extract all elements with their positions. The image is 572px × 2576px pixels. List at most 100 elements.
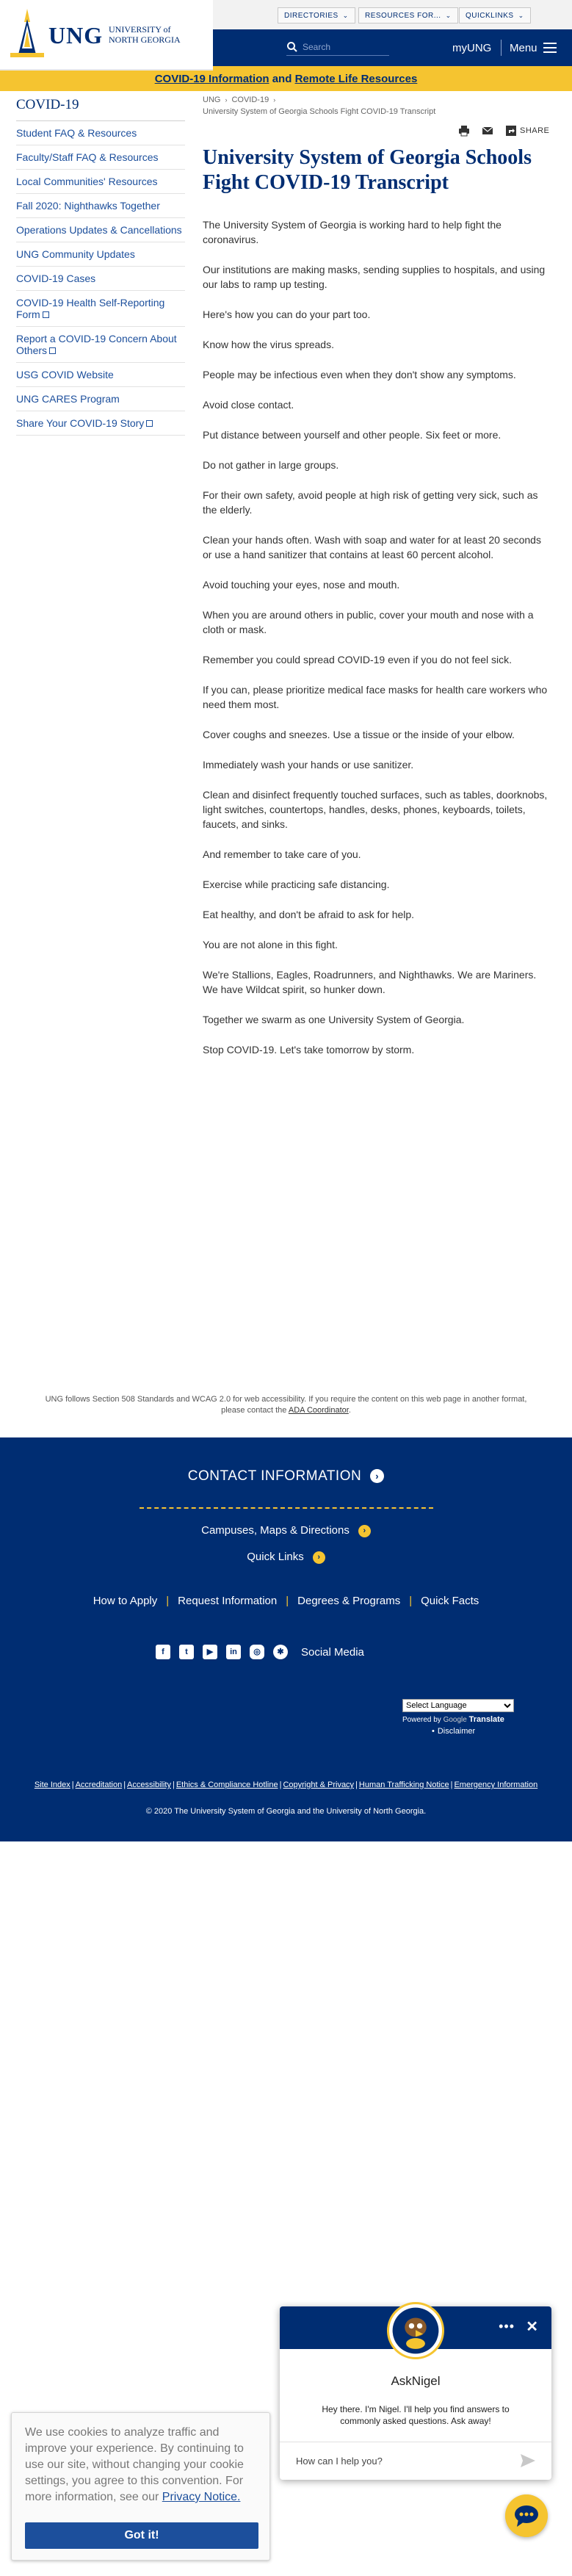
breadcrumb-current: University System of Georgia Schools Fig…: [203, 107, 436, 116]
article-paragraph: Immediately wash your hands or use sanit…: [203, 759, 414, 771]
search-icon[interactable]: [286, 41, 298, 53]
degrees-programs-link[interactable]: Degrees & Programs: [297, 1595, 400, 1607]
share-icon[interactable]: [505, 125, 517, 137]
print-icon[interactable]: [458, 125, 470, 137]
menu-button[interactable]: Menu: [510, 42, 537, 54]
resources-dropdown[interactable]: RESOURCES FOR... ⌄: [358, 7, 458, 24]
arrow-right-icon: ›: [312, 1551, 325, 1564]
campuses-maps-link[interactable]: Campuses, Maps & Directions ›: [0, 1524, 572, 1537]
human-trafficking-link[interactable]: Human Trafficking Notice: [359, 1781, 449, 1789]
article-paragraph: Stop COVID-19. Let's take tomorrow by st…: [203, 1044, 415, 1056]
cookie-text: We use cookies to analyze traffic and im…: [25, 2426, 244, 2503]
article-paragraph: Avoid touching your eyes, nose and mouth…: [203, 579, 400, 591]
covid-sidebar-nav: COVID-19 Student FAQ & Resources Faculty…: [16, 95, 185, 436]
twitter-icon[interactable]: t: [179, 1645, 194, 1659]
page-title: University System of Georgia Schools Fig…: [203, 146, 532, 194]
article-paragraph: And remember to take care of you.: [203, 848, 361, 860]
arrow-right-icon: ›: [370, 1469, 385, 1484]
search-input[interactable]: [303, 40, 389, 54]
social-media-label[interactable]: Social Media: [301, 1646, 364, 1659]
linkedin-icon[interactable]: in: [226, 1645, 241, 1659]
site-index-link[interactable]: Site Index: [35, 1781, 70, 1789]
article-paragraph: Do not gather in large groups.: [203, 459, 339, 471]
chat-launcher-icon[interactable]: [505, 2494, 548, 2537]
chevron-down-icon: ⌄: [445, 12, 452, 19]
chat-input-row: [280, 2442, 551, 2480]
cookie-accept-button[interactable]: Got it!: [25, 2522, 258, 2549]
chat-menu-icon[interactable]: •••: [499, 2319, 515, 2334]
article-paragraph: Clean and disinfect frequently touched s…: [203, 789, 548, 830]
sidebar-item-report-concern[interactable]: Report a COVID-19 Concern About Others: [16, 327, 185, 363]
sidebar-item-local-communities[interactable]: Local Communities' Resources: [16, 170, 185, 194]
utility-bar: DIRECTORIES ⌄ RESOURCES FOR... ⌄ QUICKLINK…: [213, 0, 572, 29]
article-paragraph: Avoid close contact.: [203, 399, 294, 411]
emergency-information-link[interactable]: Emergency Information: [454, 1781, 537, 1789]
breadcrumb-home[interactable]: UNG: [203, 95, 220, 104]
footer-nav-links: How to Apply | Request Information | Degrees…: [93, 1595, 479, 1607]
send-icon[interactable]: [521, 2454, 535, 2467]
article-paragraph: Together we swarm as one University Syst…: [203, 1014, 465, 1025]
facebook-icon[interactable]: f: [156, 1645, 170, 1659]
arrow-right-icon: ›: [358, 1524, 371, 1537]
nav-divider: [501, 40, 502, 56]
sidebar-item-fall-2020[interactable]: Fall 2020: Nighthawks Together: [16, 194, 185, 218]
myung-link[interactable]: myUNG: [452, 42, 491, 54]
request-information-link[interactable]: Request Information: [178, 1595, 277, 1607]
sidebar-item-faculty-staff-faq[interactable]: Faculty/Staff FAQ & Resources: [16, 145, 185, 170]
article-paragraph: For their own safety, avoid people at hi…: [203, 489, 538, 516]
hamburger-menu-icon[interactable]: [543, 43, 557, 53]
more-social-icon[interactable]: ✱: [273, 1645, 288, 1659]
quick-links-link[interactable]: Quick Links ›: [0, 1551, 572, 1564]
sidebar-title[interactable]: COVID-19: [16, 95, 185, 121]
sidebar-item-cares-program[interactable]: UNG CARES Program: [16, 387, 185, 411]
quicklinks-dropdown[interactable]: QUICKLINKS ⌄: [459, 7, 531, 24]
email-icon[interactable]: [482, 125, 493, 137]
powered-by-google-translate: Powered by Google Translate: [402, 1715, 504, 1724]
article-paragraph: Our institutions are making masks, sendi…: [203, 264, 546, 290]
sidebar-item-self-reporting-form[interactable]: COVID-19 Health Self-Reporting Form: [16, 291, 185, 327]
chat-greeting-message: Hey there. I'm Nigel. I'll help you find…: [322, 2404, 510, 2426]
sidebar-item-share-story[interactable]: Share Your COVID-19 Story: [16, 411, 185, 436]
copyright-privacy-link[interactable]: Copyright & Privacy: [283, 1781, 354, 1789]
site-header: UNG UNIVERSITY of NORTH GEORGIA DIRECTORI…: [0, 0, 572, 71]
article-paragraph: Cover coughs and sneezes. Use a tissue o…: [203, 729, 515, 740]
remote-life-resources-link[interactable]: Remote Life Resources: [295, 73, 418, 85]
chat-input[interactable]: [296, 2453, 502, 2469]
language-select[interactable]: Select Language: [402, 1699, 514, 1712]
article-paragraph: You are not alone in this fight.: [203, 939, 338, 950]
external-link-icon: [146, 420, 153, 427]
accessibility-link[interactable]: Accessibility: [127, 1781, 171, 1789]
directories-dropdown[interactable]: DIRECTORIES ⌄: [278, 7, 355, 24]
quick-facts-link[interactable]: Quick Facts: [421, 1595, 479, 1607]
sidebar-item-usg-covid-website[interactable]: USG COVID Website: [16, 363, 185, 387]
cookie-notice: We use cookies to analyze traffic and im…: [11, 2412, 270, 2561]
disclaimer-link[interactable]: Disclaimer: [432, 1727, 475, 1736]
youtube-icon[interactable]: ▶: [203, 1645, 217, 1659]
ada-coordinator-link[interactable]: ADA Coordinator: [289, 1406, 349, 1415]
nigel-avatar: [387, 2302, 444, 2359]
accreditation-link[interactable]: Accreditation: [76, 1781, 123, 1789]
sidebar-item-covid-cases[interactable]: COVID-19 Cases: [16, 267, 185, 291]
sidebar-item-community-updates[interactable]: UNG Community Updates: [16, 242, 185, 267]
contact-information-link[interactable]: CONTACT INFORMATION ›: [0, 1468, 572, 1484]
ung-logo[interactable]: UNG UNIVERSITY of NORTH GEORGIA: [0, 0, 213, 71]
breadcrumb-covid[interactable]: COVID-19: [231, 95, 269, 104]
external-link-icon: [49, 347, 57, 354]
article-paragraph: If you can, please prioritize medical fa…: [203, 684, 548, 710]
article-paragraph: Remember you could spread COVID-19 even …: [203, 654, 512, 665]
chat-close-icon[interactable]: ✕: [526, 2317, 538, 2336]
how-to-apply-link[interactable]: How to Apply: [93, 1595, 158, 1607]
breadcrumb-separator-icon: ›: [225, 96, 228, 104]
instagram-icon[interactable]: ◎: [250, 1645, 264, 1659]
article-paragraph: The University System of Georgia is work…: [203, 219, 502, 245]
external-link-icon: [42, 311, 49, 318]
ethics-hotline-link[interactable]: Ethics & Compliance Hotline: [176, 1781, 278, 1789]
sidebar-item-student-faq[interactable]: Student FAQ & Resources: [16, 121, 185, 145]
banner-and-text: and: [272, 73, 292, 85]
covid-information-link[interactable]: COVID-19 Information: [155, 73, 269, 85]
article-paragraph: When you are around others in public, co…: [203, 609, 534, 635]
breadcrumb: UNG › COVID-19 › University System of Georg…: [203, 95, 548, 116]
privacy-notice-link[interactable]: Privacy Notice.: [162, 2491, 241, 2503]
sidebar-item-operations-updates[interactable]: Operations Updates & Cancellations: [16, 218, 185, 242]
share-label[interactable]: SHARE: [520, 126, 549, 135]
